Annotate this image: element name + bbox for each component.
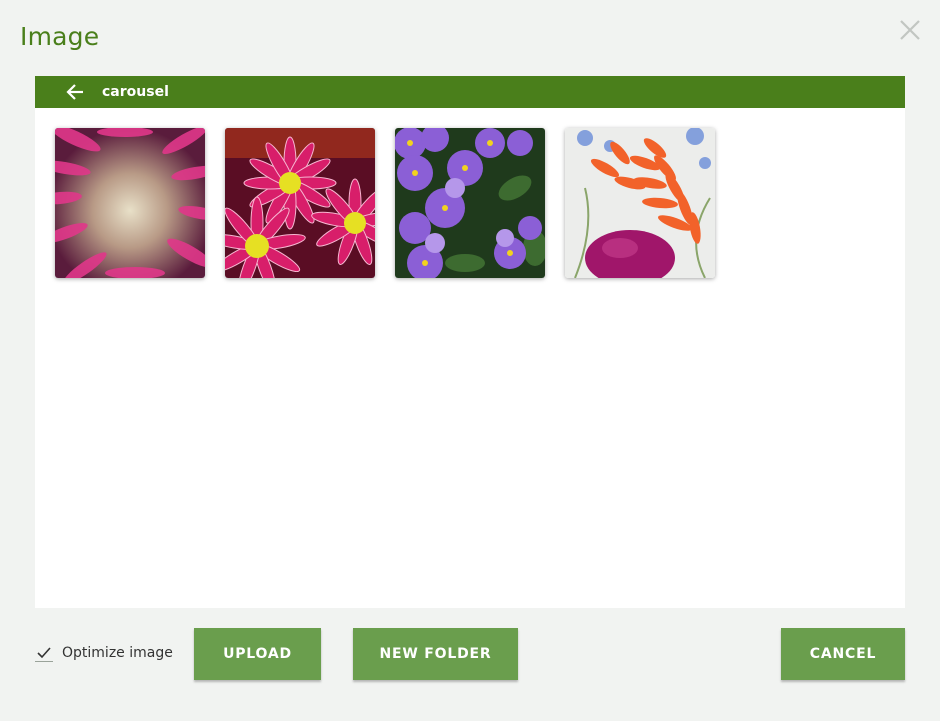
checkbox-control[interactable]	[35, 644, 53, 662]
image-thumbnail[interactable]	[225, 128, 375, 278]
close-icon[interactable]	[896, 16, 924, 44]
folder-name: carousel	[102, 84, 169, 100]
optimize-image-label: Optimize image	[62, 645, 173, 661]
dialog-title: Image	[20, 22, 100, 51]
image-thumbnail[interactable]	[55, 128, 205, 278]
optimize-image-checkbox[interactable]: Optimize image	[35, 644, 173, 662]
checkmark-icon	[37, 646, 51, 658]
image-grid	[55, 128, 715, 278]
image-thumbnail[interactable]	[395, 128, 545, 278]
folder-bar: carousel	[35, 76, 905, 108]
upload-button[interactable]: UPLOAD	[194, 628, 321, 680]
cancel-button[interactable]: CANCEL	[781, 628, 905, 680]
arrow-left-icon[interactable]	[65, 82, 85, 102]
image-browser-panel: carousel	[35, 76, 905, 608]
image-thumbnail[interactable]	[565, 128, 715, 278]
new-folder-button[interactable]: NEW FOLDER	[353, 628, 518, 680]
